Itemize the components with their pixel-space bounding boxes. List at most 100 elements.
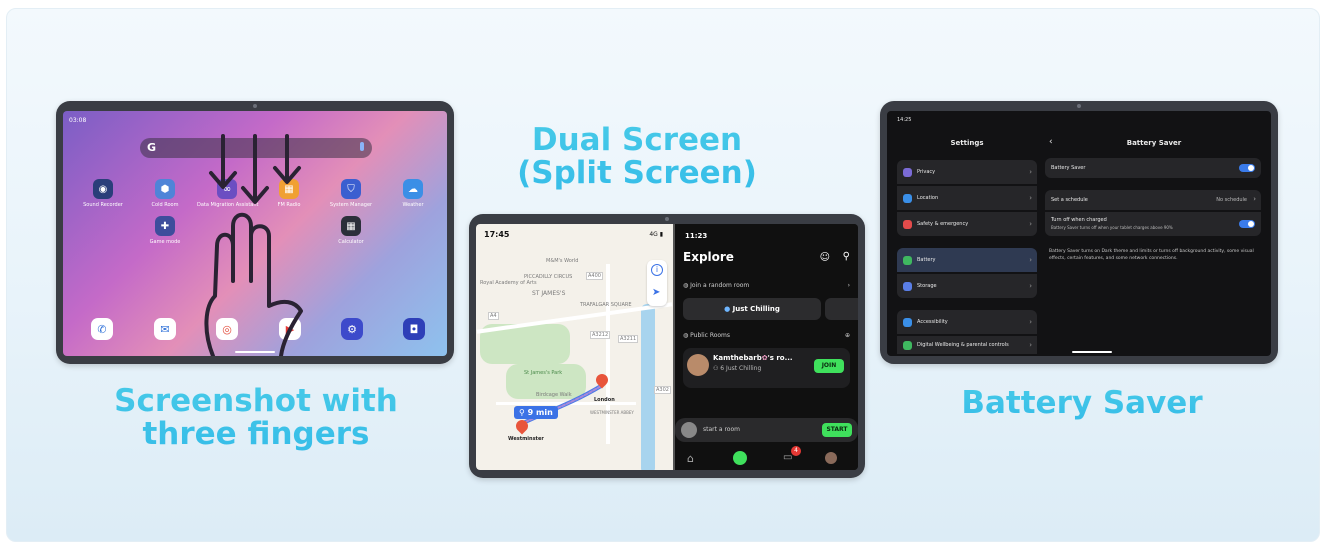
settings-item-label: Digital Wellbeing & parental controls [917, 342, 1009, 348]
camera-icon[interactable]: ◘ [403, 318, 425, 340]
explore-title: Explore [683, 250, 734, 264]
avatar [687, 354, 709, 376]
just-chilling-chip[interactable]: ● Just Chilling [683, 298, 821, 320]
schedule-value: No schedule [1216, 197, 1247, 203]
page-title: Battery Saver [1126, 139, 1182, 147]
messages-icon[interactable]: ✉ [154, 318, 176, 340]
camera-dot [1077, 104, 1081, 108]
right-tablet: 14:25 Settings Privacy › Location › Safe… [880, 101, 1278, 364]
room-name: Kamthebarb [713, 354, 762, 362]
room-meta: ⚇ 6 Just Chilling [713, 365, 761, 372]
caption-line-2: (Split Screen) [517, 155, 757, 192]
room-card[interactable]: Kamthebarb✿'s ro... ⚇ 6 Just Chilling JO… [683, 348, 850, 388]
status-bar: 03:08 [69, 117, 441, 125]
settings-item-battery[interactable]: Battery › [897, 248, 1037, 272]
explore-icon[interactable] [733, 451, 747, 465]
recorder-icon: ◉ [93, 179, 113, 199]
settings-item-label: Battery [917, 257, 936, 263]
settings-item-privacy[interactable]: Privacy › [897, 160, 1037, 184]
map-pane[interactable]: 17:45 4G ▮ M&M's World Royal Academy of … [476, 224, 673, 470]
app-system-manager[interactable]: ⛉ System Manager [321, 179, 381, 208]
settings-item-location[interactable]: Location › [897, 186, 1037, 210]
battery-icon [903, 255, 912, 265]
notification-badge: 4 [791, 446, 801, 456]
app-calculator[interactable]: ▦ Calculator [321, 216, 381, 245]
chevron-right-icon: › [1029, 220, 1032, 228]
wellbeing-icon [903, 340, 912, 350]
camera-dot [253, 104, 257, 108]
caption-line-2: three fingers [142, 416, 370, 453]
random-room-label: Join a random room [690, 282, 750, 289]
caption-line-1: Battery Saver [961, 385, 1203, 421]
chevron-right-icon: › [847, 282, 850, 289]
public-rooms-label: Public Rooms [690, 332, 731, 339]
location-icon [903, 193, 912, 203]
turn-off-charged-row[interactable]: Turn off when charged Battery Saver turn… [1045, 212, 1261, 236]
home-screen: 03:08 G ◉ Sound Recorder ⬢ Cold Room ∞ D… [63, 111, 447, 356]
caption-screenshot: Screenshot with three fingers [81, 385, 431, 452]
battery-saver-info: Battery Saver turns on Dark theme and li… [1049, 249, 1254, 261]
bottom-nav: ⌂ ▭ 4 [675, 446, 858, 468]
app-weather[interactable]: ☁ Weather [383, 179, 443, 208]
caption-dual-screen: Dual Screen (Split Screen) [487, 124, 787, 191]
chevron-right-icon: › [1029, 256, 1032, 264]
start-button[interactable]: START [822, 423, 852, 437]
left-tablet: 03:08 G ◉ Sound Recorder ⬢ Cold Room ∞ D… [56, 101, 454, 364]
search-icon[interactable]: ⚲ [843, 251, 850, 262]
schedule-row[interactable]: Set a schedule No schedule › [1045, 190, 1261, 210]
settings-screen: 14:25 Settings Privacy › Location › Safe… [887, 111, 1271, 356]
next-chip[interactable] [825, 298, 858, 320]
calculator-icon: ▦ [341, 216, 361, 236]
join-button[interactable]: JOIN [814, 359, 844, 373]
chevron-right-icon: › [1029, 194, 1032, 202]
explore-pane: 11:23 Explore ☺ ⚲ ◍ Join a random room ›… [675, 224, 858, 470]
map-controls: i ➤ [647, 260, 667, 306]
gamepad-icon: ✚ [155, 216, 175, 236]
app-label: Calculator [338, 239, 364, 245]
settings-item-digital-wellbeing[interactable]: Digital Wellbeing & parental controls › [897, 336, 1037, 354]
location-arrow-icon[interactable]: ➤ [652, 287, 660, 298]
app-label: Weather [402, 202, 424, 208]
caption-battery-saver: Battery Saver [917, 387, 1247, 420]
status-time: 03:08 [69, 117, 87, 124]
phone-icon[interactable]: ✆ [91, 318, 113, 340]
settings-app-icon[interactable]: ⚙ [341, 318, 363, 340]
settings-item-label: Location [917, 195, 939, 201]
home-icon[interactable]: ⌂ [687, 452, 694, 465]
info-icon[interactable]: i [651, 264, 663, 276]
avatar [681, 422, 697, 438]
toggle-label: Battery Saver [1051, 165, 1086, 171]
app-label: System Manager [329, 202, 373, 208]
safety-icon [903, 219, 912, 229]
home-indicator [1072, 351, 1112, 353]
shield-icon: ⛉ [341, 179, 361, 199]
turn-off-description: Battery Saver turns off when your tablet… [1051, 225, 1173, 230]
google-icon: G [147, 141, 157, 154]
add-friend-icon[interactable]: ☺ [820, 252, 830, 263]
settings-item-storage[interactable]: Storage › [897, 274, 1037, 298]
battery-saver-toggle-row[interactable]: Battery Saver [1045, 158, 1261, 178]
settings-item-safety[interactable]: Safety & emergency › [897, 212, 1037, 236]
settings-item-accessibility[interactable]: Accessibility › [897, 310, 1037, 334]
chip-icon: ● [724, 305, 733, 313]
turn-off-toggle[interactable] [1239, 220, 1255, 228]
mic-icon [360, 142, 364, 151]
battery-saver-toggle[interactable] [1239, 164, 1255, 172]
chip-label: Just Chilling [732, 305, 780, 313]
profile-avatar[interactable] [825, 452, 837, 464]
room-topic: Just Chilling [726, 365, 762, 372]
status-time: 14:25 [897, 117, 912, 123]
camera-dot [665, 217, 669, 221]
start-room-bar[interactable]: start a room START [675, 418, 858, 442]
route-time: 9 min [527, 408, 553, 417]
turn-off-label: Turn off when charged [1051, 217, 1107, 223]
chevron-right-icon: › [1029, 168, 1032, 176]
add-icon[interactable]: ⊕ [845, 332, 850, 339]
chevron-right-icon: › [1029, 282, 1032, 290]
chat-time: 11:23 [685, 232, 708, 240]
app-sound-recorder[interactable]: ◉ Sound Recorder [73, 179, 133, 208]
route-time-badge[interactable]: ⚲ 9 min [514, 406, 558, 419]
schedule-label: Set a schedule [1051, 197, 1088, 203]
caption-line-1: Screenshot with [114, 383, 398, 419]
random-room-row[interactable]: ◍ Join a random room › [683, 282, 850, 294]
